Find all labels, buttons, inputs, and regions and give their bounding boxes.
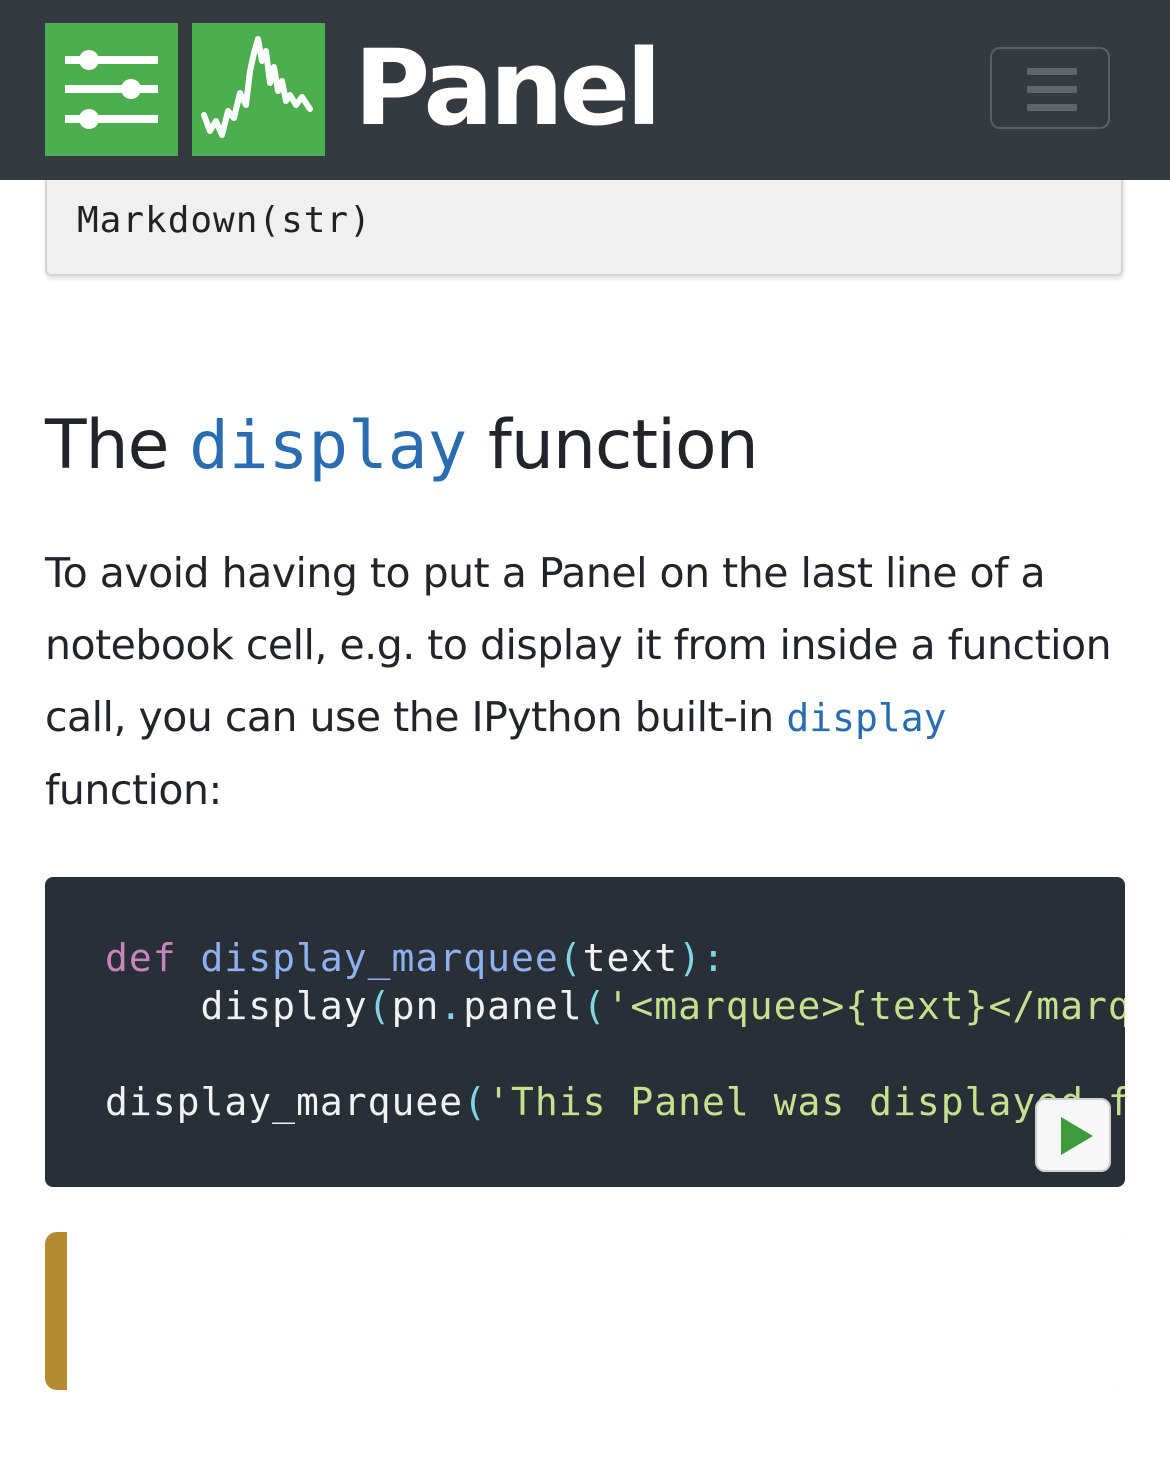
- play-icon: [1061, 1117, 1093, 1155]
- paragraph-text: To avoid having to put a Panel on the la…: [45, 549, 1112, 741]
- navbar: Panel: [0, 0, 1170, 180]
- code-function-name: display_marquee: [200, 936, 559, 980]
- code-text[interactable]: def display_marquee(text): display(pn.pa…: [105, 934, 1125, 1126]
- output-accent-bar: [45, 1232, 67, 1390]
- hamburger-menu-icon: [1027, 68, 1077, 75]
- heading-code: display: [189, 407, 468, 484]
- section-heading: The display function: [45, 404, 759, 488]
- signature-text: Markdown(str): [77, 200, 372, 241]
- code-string: '<marquee>{text}</marquee>': [606, 984, 1126, 1028]
- code-cell[interactable]: def display_marquee(text): display(pn.pa…: [45, 877, 1125, 1187]
- sliders-icon[interactable]: [45, 23, 178, 156]
- output-cell: [45, 1232, 1125, 1390]
- run-button[interactable]: [1035, 1098, 1111, 1172]
- sparkline-chart-icon[interactable]: [192, 23, 325, 156]
- code-string: 'This Panel was displayed from within a …: [487, 1080, 1125, 1124]
- code-call: display_marquee: [105, 1080, 464, 1124]
- code-argument: text: [582, 936, 679, 980]
- brand-name[interactable]: Panel: [354, 28, 662, 148]
- heading-text-before: The: [45, 406, 169, 485]
- code-keyword: def: [105, 936, 177, 980]
- paragraph-tail: function:: [45, 766, 222, 814]
- code-call: display: [200, 984, 368, 1028]
- heading-text-after: function: [487, 406, 759, 485]
- menu-toggle-button[interactable]: [990, 47, 1110, 129]
- paragraph-code: display: [786, 696, 947, 740]
- section-paragraph: To avoid having to put a Panel on the la…: [45, 537, 1125, 826]
